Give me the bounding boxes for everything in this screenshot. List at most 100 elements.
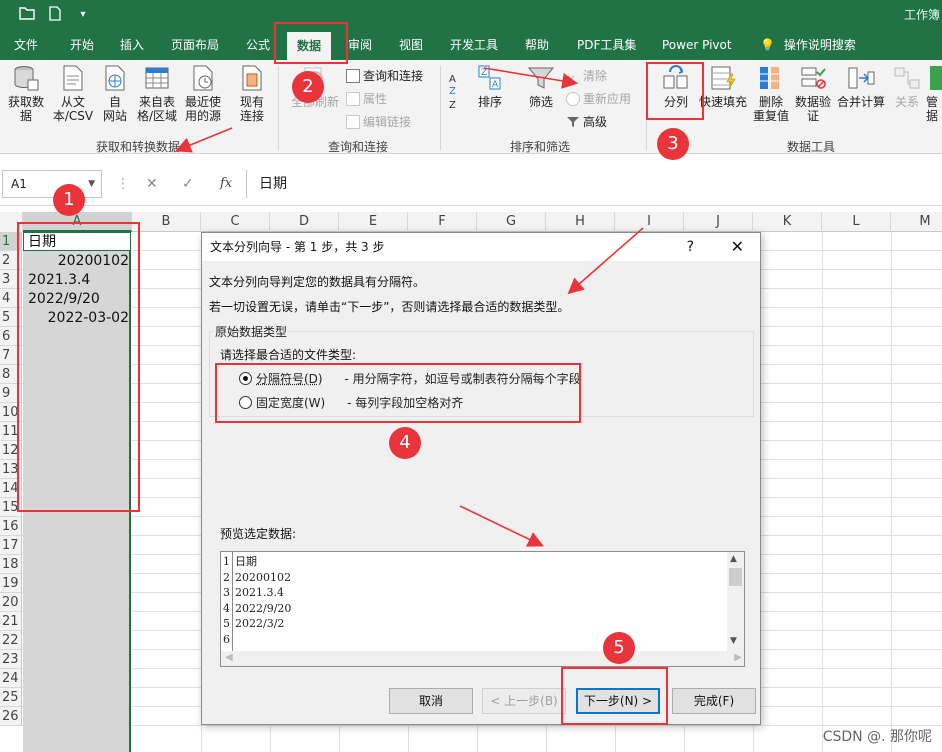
scroll-right-icon[interactable]: ▶ — [734, 652, 742, 663]
scroll-down-icon[interactable]: ▼ — [730, 636, 737, 646]
flash-fill-button[interactable]: 快速填充 — [698, 64, 748, 109]
tab-pdf-tools[interactable]: PDF工具集 — [577, 30, 636, 60]
column-header-b[interactable]: B — [132, 212, 201, 232]
highlight-data-tab — [274, 22, 348, 64]
reapply-button[interactable]: 重新应用 — [566, 89, 631, 109]
preview-row: 2022/3/2 — [235, 617, 285, 630]
column-header-m[interactable]: M — [891, 212, 942, 232]
group-separator — [440, 66, 441, 150]
column-header-i[interactable]: I — [615, 212, 684, 232]
column-header-e[interactable]: E — [339, 212, 408, 232]
manage-data-model-label: 管 据 — [926, 95, 939, 123]
edit-links-button[interactable]: 编辑链接 — [346, 112, 411, 132]
tab-insert[interactable]: 插入 — [120, 30, 144, 60]
relationships-button[interactable]: 关系 — [890, 64, 924, 109]
properties-button[interactable]: 属性 — [346, 89, 387, 109]
column-header-h[interactable]: H — [546, 212, 615, 232]
enter-icon[interactable]: ✓ — [182, 170, 194, 198]
tab-file[interactable]: 文件 — [14, 30, 38, 60]
cancel-icon[interactable]: ✕ — [146, 170, 158, 198]
row-header[interactable]: 25 — [0, 688, 22, 707]
new-file-icon[interactable] — [46, 6, 64, 24]
scrollbar-thumb[interactable] — [729, 568, 742, 586]
formula-input[interactable]: 日期 — [246, 170, 942, 198]
filter-button[interactable]: 筛选 — [524, 64, 558, 109]
row-header[interactable]: 18 — [0, 555, 22, 574]
sort-label: 排序 — [477, 95, 502, 109]
connection-icon — [242, 65, 262, 91]
preview-vertical-scrollbar[interactable]: ▲ ▼ — [727, 552, 744, 652]
advanced-filter-icon — [566, 115, 580, 129]
tab-home[interactable]: 开始 — [70, 30, 94, 60]
step-badge-4: 4 — [389, 427, 421, 459]
name-box[interactable]: A1 ▼ — [2, 170, 102, 198]
queries-connections-button[interactable]: 查询和连接 — [346, 66, 423, 86]
scroll-up-icon[interactable]: ▲ — [730, 554, 737, 564]
customize-icon[interactable]: ▾ — [74, 6, 92, 24]
manage-data-model-button[interactable]: 管 据 — [926, 64, 942, 123]
preview-row: 2022/9/20 — [235, 601, 292, 615]
existing-connections-button[interactable]: 现有 连接 — [232, 64, 272, 123]
svg-text:A: A — [449, 74, 456, 85]
sort-ascending-button[interactable]: AZZ — [448, 70, 466, 113]
finish-button[interactable]: 完成(F) — [672, 688, 756, 714]
row-header[interactable]: 23 — [0, 650, 22, 669]
back-button[interactable]: < 上一步(B) — [482, 688, 566, 714]
more-options-icon[interactable]: ⋮ — [116, 170, 130, 198]
tell-me-search[interactable]: 💡 操作说明搜索 — [760, 30, 856, 60]
text-file-icon — [63, 65, 83, 91]
column-header-l[interactable]: L — [822, 212, 891, 232]
preview-horizontal-scrollbar[interactable]: ◀ ▶ — [221, 651, 744, 666]
consolidate-button[interactable]: 合并计算 — [834, 64, 888, 109]
from-text-csv-button[interactable]: 从文 本/CSV — [50, 64, 96, 123]
dialog-title-bar: 文本分列向导 - 第 1 步，共 3 步 ? ✕ — [202, 233, 760, 261]
recent-sources-button[interactable]: 最近使 用的源 — [180, 64, 226, 123]
column-header-f[interactable]: F — [408, 212, 477, 232]
help-icon[interactable]: ? — [687, 233, 694, 261]
sort-button[interactable]: ZA 排序 — [474, 64, 506, 109]
data-preview-pane[interactable]: 1 2 3 4 5 6 日期 20200102 2021.3.4 2022/9/20 2022/3… — [220, 551, 745, 667]
column-header-k[interactable]: K — [753, 212, 822, 232]
tab-review[interactable]: 审阅 — [348, 30, 372, 60]
column-header-c[interactable]: C — [201, 212, 270, 232]
column-header-d[interactable]: D — [270, 212, 339, 232]
row-header[interactable]: 20 — [0, 593, 22, 612]
from-web-button[interactable]: 自 网站 — [98, 64, 132, 123]
column-header-j[interactable]: J — [684, 212, 753, 232]
remove-duplicates-button[interactable]: 删除 重复值 — [750, 64, 792, 123]
get-data-button[interactable]: 获取数 据 — [4, 64, 48, 123]
data-validation-button[interactable]: 数据验 证 — [792, 64, 834, 123]
tab-help[interactable]: 帮助 — [525, 30, 549, 60]
clear-label: 清除 — [583, 69, 608, 83]
svg-text:Z: Z — [449, 86, 456, 97]
insert-function-icon[interactable]: fx — [220, 170, 232, 198]
row-header[interactable]: 24 — [0, 669, 22, 688]
row-header[interactable]: 16 — [0, 517, 22, 536]
tab-developer[interactable]: 开发工具 — [450, 30, 498, 60]
tab-page-layout[interactable]: 页面布局 — [171, 30, 219, 60]
scroll-left-icon[interactable]: ◀ — [225, 652, 233, 663]
tab-view[interactable]: 视图 — [399, 30, 423, 60]
tab-formulas[interactable]: 公式 — [246, 30, 270, 60]
from-table-button[interactable]: 来自表 格/区域 — [134, 64, 180, 123]
preview-row: 20200102 — [235, 570, 291, 584]
close-icon[interactable]: ✕ — [731, 233, 744, 261]
queries-icon — [346, 69, 360, 83]
row-header[interactable]: 17 — [0, 536, 22, 555]
wizard-description: 文本分列向导判定您的数据具有分隔符。 — [209, 275, 426, 289]
advanced-button[interactable]: 高级 — [566, 112, 607, 132]
svg-text:Z: Z — [481, 68, 487, 78]
preview-label: 预览选定数据: — [220, 527, 297, 541]
clear-button[interactable]: ✕ 清除 — [566, 66, 607, 86]
row-header[interactable]: 19 — [0, 574, 22, 593]
row-header[interactable]: 22 — [0, 631, 22, 650]
chevron-down-icon[interactable]: ▼ — [88, 171, 95, 197]
tab-power-pivot[interactable]: Power Pivot — [662, 30, 732, 60]
row-header[interactable]: 26 — [0, 707, 22, 726]
column-header-g[interactable]: G — [477, 212, 546, 232]
cancel-button[interactable]: 取消 — [389, 688, 473, 714]
data-validation-icon — [801, 67, 826, 89]
recent-sources-label: 最近使 用的源 — [184, 95, 221, 123]
folder-icon[interactable] — [18, 6, 36, 24]
row-header[interactable]: 21 — [0, 612, 22, 631]
